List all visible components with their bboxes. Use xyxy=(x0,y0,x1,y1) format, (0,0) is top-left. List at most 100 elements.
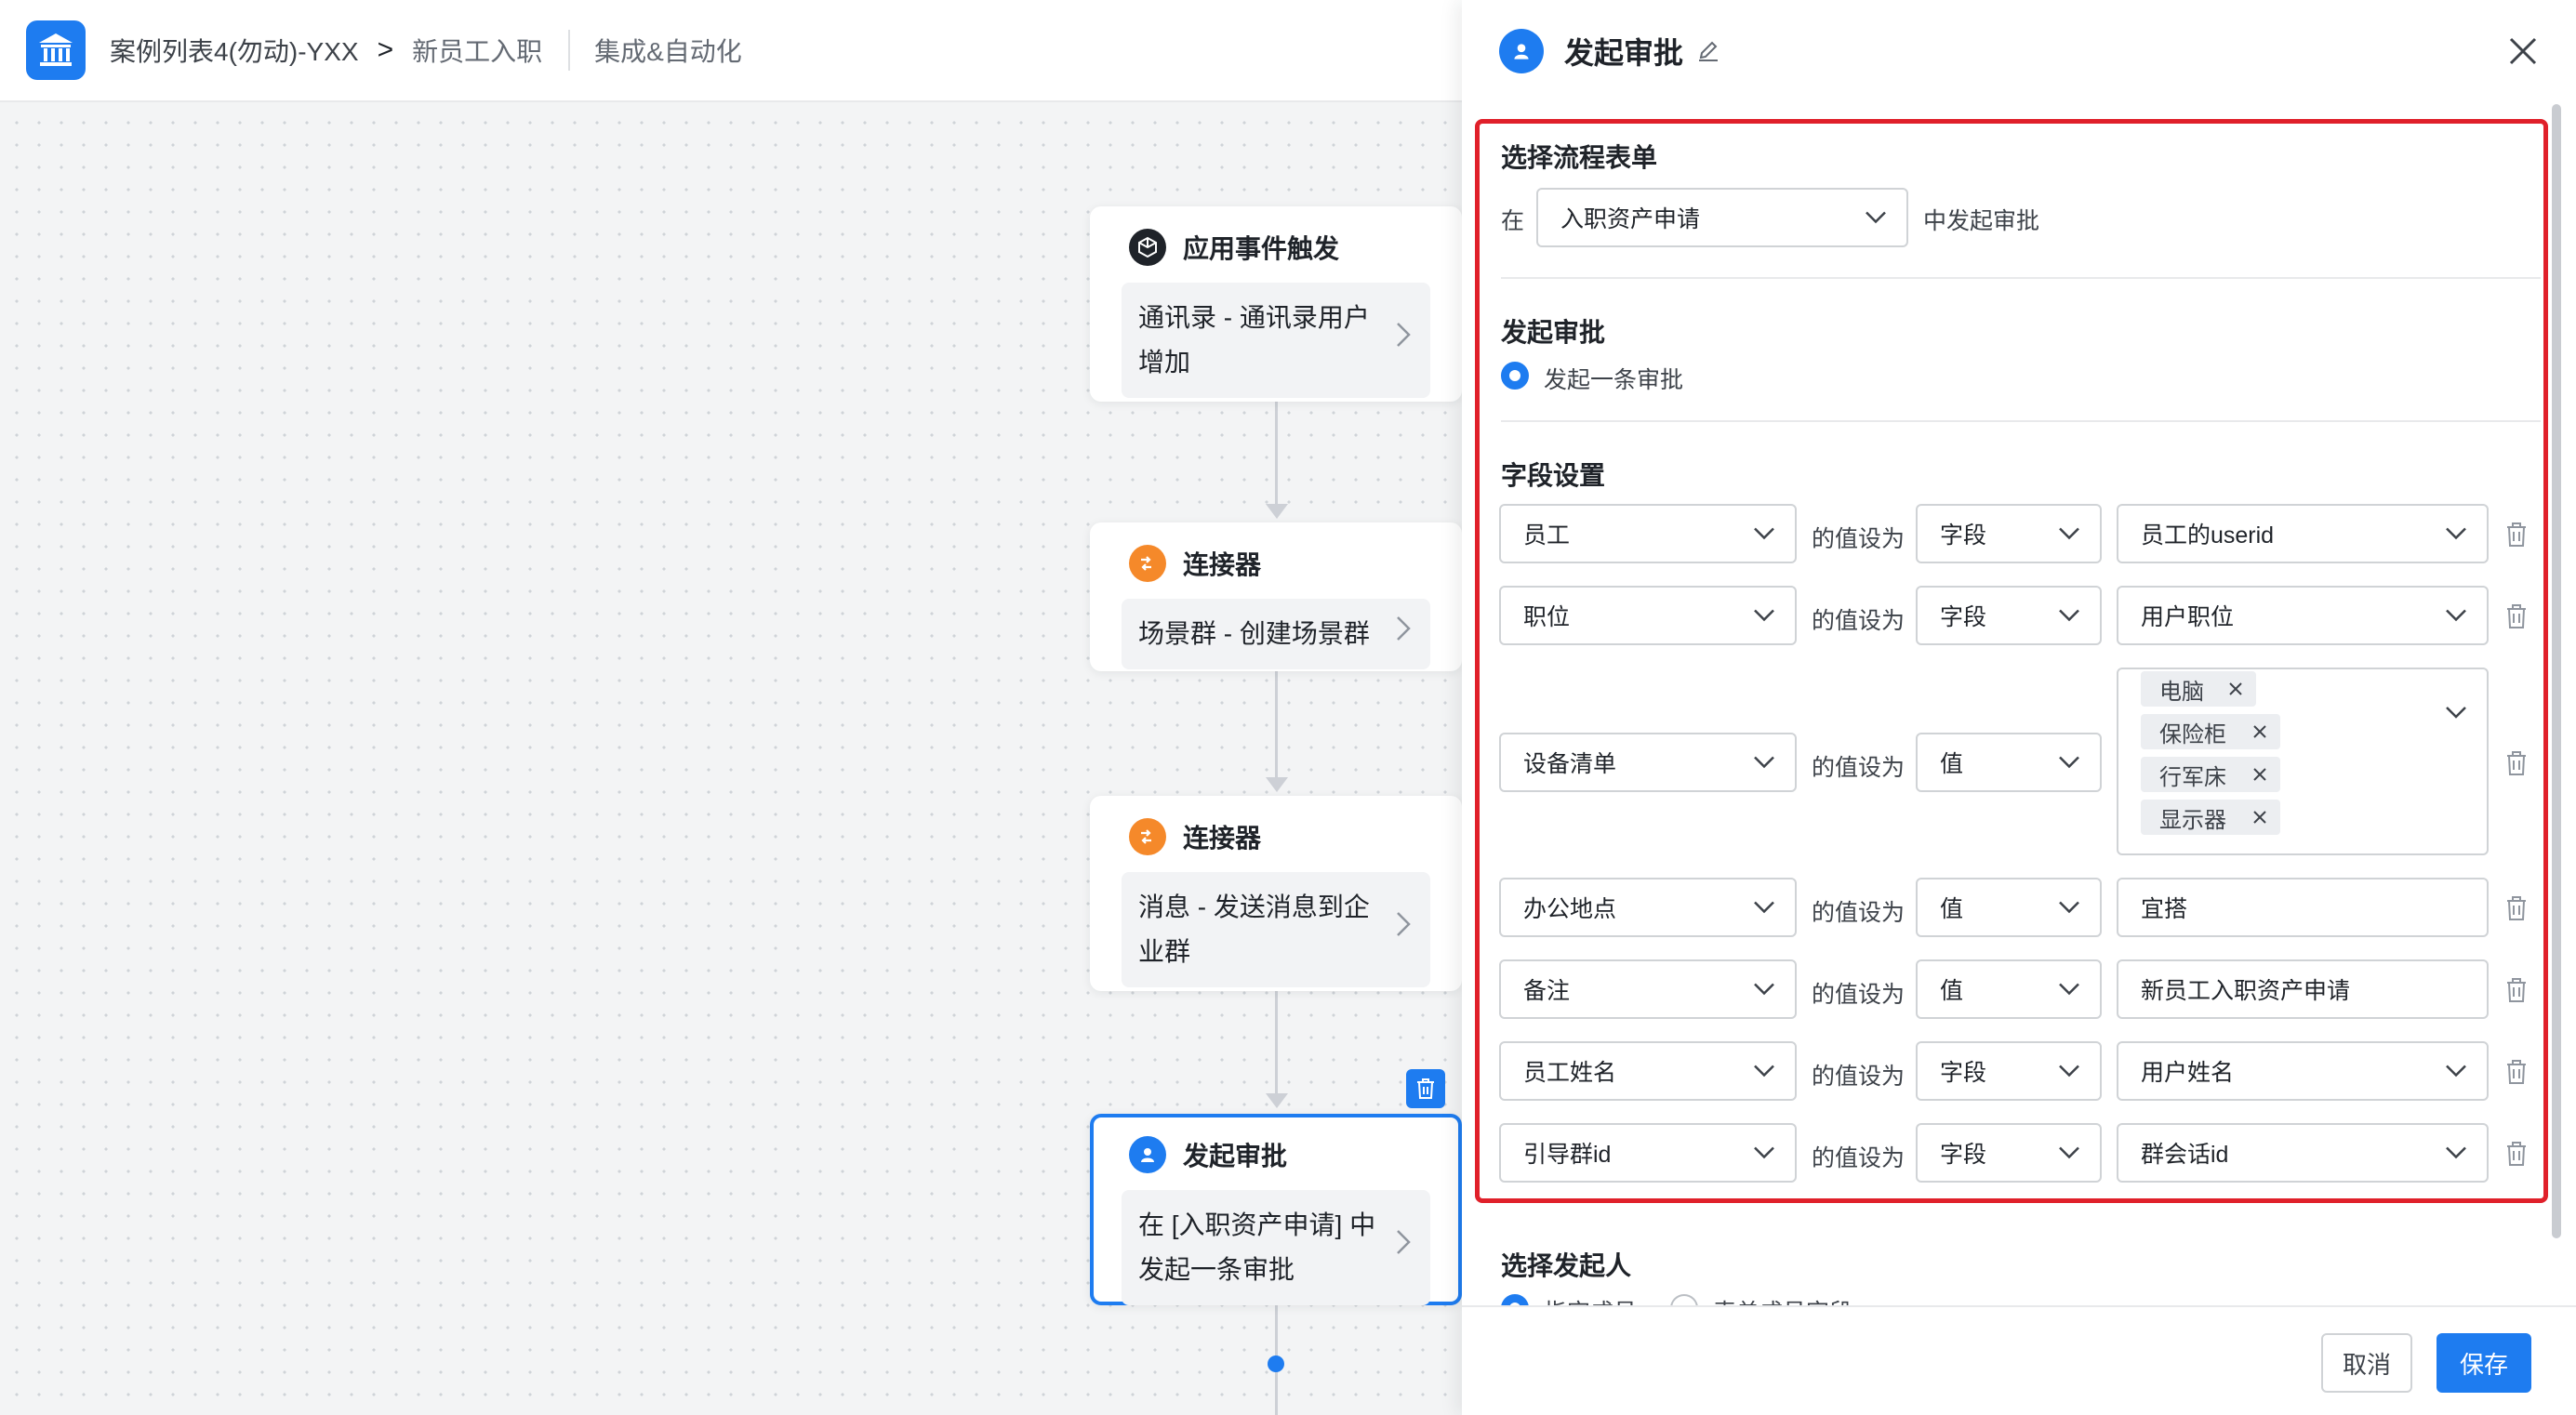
mode-select[interactable]: 字段 xyxy=(1916,504,2102,563)
chevron-down-icon xyxy=(1752,894,1776,921)
row-connector-label: 的值设为 xyxy=(1812,1064,1905,1090)
chevron-right-icon xyxy=(1395,612,1412,656)
mode-select[interactable]: 值 xyxy=(1916,878,2102,937)
breadcrumb-app[interactable]: 案例列表4(勿动)-YXX xyxy=(110,32,359,69)
flow-node-trigger[interactable]: 应用事件触发 通讯录 - 通讯录用户增加 xyxy=(1090,206,1462,402)
field-select[interactable]: 备注 xyxy=(1499,959,1797,1019)
user-icon xyxy=(1129,1136,1166,1173)
top-bar: 案例列表4(勿动)-YXX > 新员工入职 集成&自动化 xyxy=(0,0,1462,102)
value-input-text: 新员工入职资产申请 xyxy=(2141,978,2351,1004)
scrollbar[interactable] xyxy=(2552,104,2561,1238)
flow-node-approval[interactable]: 发起审批 在 [入职资产申请] 中发起一条审批 xyxy=(1090,1114,1462,1305)
trash-icon[interactable] xyxy=(2503,976,2530,1004)
value-input-text: 宜搭 xyxy=(2141,896,2188,922)
flow-arrow xyxy=(1266,504,1288,519)
field-select-value: 办公地点 xyxy=(1523,896,1617,922)
breadcrumb-separator: > xyxy=(377,34,394,65)
field-select[interactable]: 员工姓名 xyxy=(1499,1041,1797,1101)
flow-add-point[interactable] xyxy=(1268,1355,1284,1372)
remove-tag-icon[interactable] xyxy=(2251,765,2269,784)
edit-title-icon[interactable] xyxy=(1696,39,1720,63)
mode-select[interactable]: 字段 xyxy=(1916,1123,2102,1183)
form-suffix-label: 中发起审批 xyxy=(1923,208,2040,234)
flow-node-connector-1[interactable]: 连接器 场景群 - 创建场景群 xyxy=(1090,522,1462,671)
field-select[interactable]: 职位 xyxy=(1499,586,1797,645)
breadcrumb-section[interactable]: 集成&自动化 xyxy=(594,32,742,69)
mode-select[interactable]: 值 xyxy=(1916,959,2102,1019)
value-select[interactable]: 群会话id xyxy=(2117,1123,2489,1183)
cube-icon xyxy=(1129,229,1166,266)
node-description: 在 [入职资产申请] 中发起一条审批 xyxy=(1138,1210,1376,1284)
trash-icon[interactable] xyxy=(2503,1058,2530,1086)
section-title-initiator: 选择发起人 xyxy=(1501,1251,1632,1280)
chevron-down-icon xyxy=(2057,894,2081,921)
close-icon[interactable] xyxy=(2503,32,2543,71)
chevron-down-icon xyxy=(2444,699,2468,726)
node-title: 连接器 xyxy=(1183,550,1262,579)
chevron-down-icon xyxy=(1752,976,1776,1003)
value-select[interactable]: 用户姓名 xyxy=(2117,1041,2489,1101)
remove-tag-icon[interactable] xyxy=(2251,722,2269,741)
field-select[interactable]: 办公地点 xyxy=(1499,878,1797,937)
value-tag: 电脑 xyxy=(2141,671,2256,707)
remove-tag-icon[interactable] xyxy=(2251,808,2269,827)
chevron-down-icon xyxy=(1752,1058,1776,1085)
connector-icon xyxy=(1129,818,1166,855)
delete-node-button[interactable] xyxy=(1406,1069,1445,1108)
section-title-fields: 字段设置 xyxy=(1501,461,1606,490)
form-select[interactable]: 入职资产申请 xyxy=(1536,188,1908,247)
breadcrumb-page[interactable]: 新员工入职 xyxy=(412,32,542,69)
value-input[interactable]: 宜搭 xyxy=(2117,878,2489,937)
mode-select[interactable]: 字段 xyxy=(1916,1041,2102,1101)
tag-label: 显示器 xyxy=(2159,807,2226,833)
row-connector-label: 的值设为 xyxy=(1812,1145,1905,1171)
field-select[interactable]: 设备清单 xyxy=(1499,733,1797,792)
breadcrumb-divider xyxy=(568,30,571,71)
field-select[interactable]: 员工 xyxy=(1499,504,1797,563)
chevron-right-icon xyxy=(1395,318,1412,363)
flow-node-connector-2[interactable]: 连接器 消息 - 发送消息到企业群 xyxy=(1090,796,1462,991)
field-select-value: 备注 xyxy=(1523,978,1571,1004)
chevron-down-icon xyxy=(2057,602,2081,629)
value-input[interactable]: 新员工入职资产申请 xyxy=(2117,959,2489,1019)
app-logo-icon[interactable] xyxy=(26,20,86,80)
chevron-down-icon xyxy=(2444,1058,2468,1085)
radio-initiate-one[interactable] xyxy=(1501,362,1529,390)
save-button[interactable]: 保存 xyxy=(2437,1333,2531,1393)
value-select-value: 员工的userid xyxy=(2141,522,2275,549)
trash-icon[interactable] xyxy=(2503,1140,2530,1168)
drawer-title: 发起审批 xyxy=(1564,36,1684,70)
value-select[interactable]: 用户职位 xyxy=(2117,586,2489,645)
mode-select-value: 值 xyxy=(1940,896,1964,922)
value-select-value: 群会话id xyxy=(2141,1142,2229,1168)
trash-icon[interactable] xyxy=(2503,749,2530,777)
field-select-value: 职位 xyxy=(1523,604,1571,630)
chevron-down-icon xyxy=(2444,1140,2468,1167)
trash-icon[interactable] xyxy=(2503,602,2530,630)
node-title: 发起审批 xyxy=(1183,1142,1288,1170)
section-divider xyxy=(1501,277,2541,279)
mode-select[interactable]: 值 xyxy=(1916,733,2102,792)
chevron-down-icon xyxy=(1864,205,1888,231)
node-description: 场景群 - 创建场景群 xyxy=(1138,619,1370,648)
node-title: 应用事件触发 xyxy=(1183,234,1340,263)
connector-icon xyxy=(1129,545,1166,582)
node-description: 消息 - 发送消息到企业群 xyxy=(1138,893,1370,966)
chevron-down-icon xyxy=(1752,602,1776,629)
section-title-form: 选择流程表单 xyxy=(1501,143,1658,172)
row-connector-label: 的值设为 xyxy=(1812,900,1905,926)
drawer-header: 发起审批 xyxy=(1462,0,2576,102)
cancel-button[interactable]: 取消 xyxy=(2321,1333,2412,1393)
mode-select-value: 字段 xyxy=(1940,604,1987,630)
value-select[interactable]: 员工的userid xyxy=(2117,504,2489,563)
remove-tag-icon[interactable] xyxy=(2226,680,2245,698)
field-select[interactable]: 引导群id xyxy=(1499,1123,1797,1183)
mode-select-value: 字段 xyxy=(1940,522,1987,549)
chevron-down-icon xyxy=(2057,1140,2081,1167)
trash-icon[interactable] xyxy=(2503,521,2530,549)
trash-icon[interactable] xyxy=(2503,894,2530,922)
mode-select[interactable]: 字段 xyxy=(1916,586,2102,645)
value-tag: 保险柜 xyxy=(2141,714,2280,749)
section-divider xyxy=(1501,420,2541,422)
chevron-down-icon xyxy=(1752,521,1776,548)
